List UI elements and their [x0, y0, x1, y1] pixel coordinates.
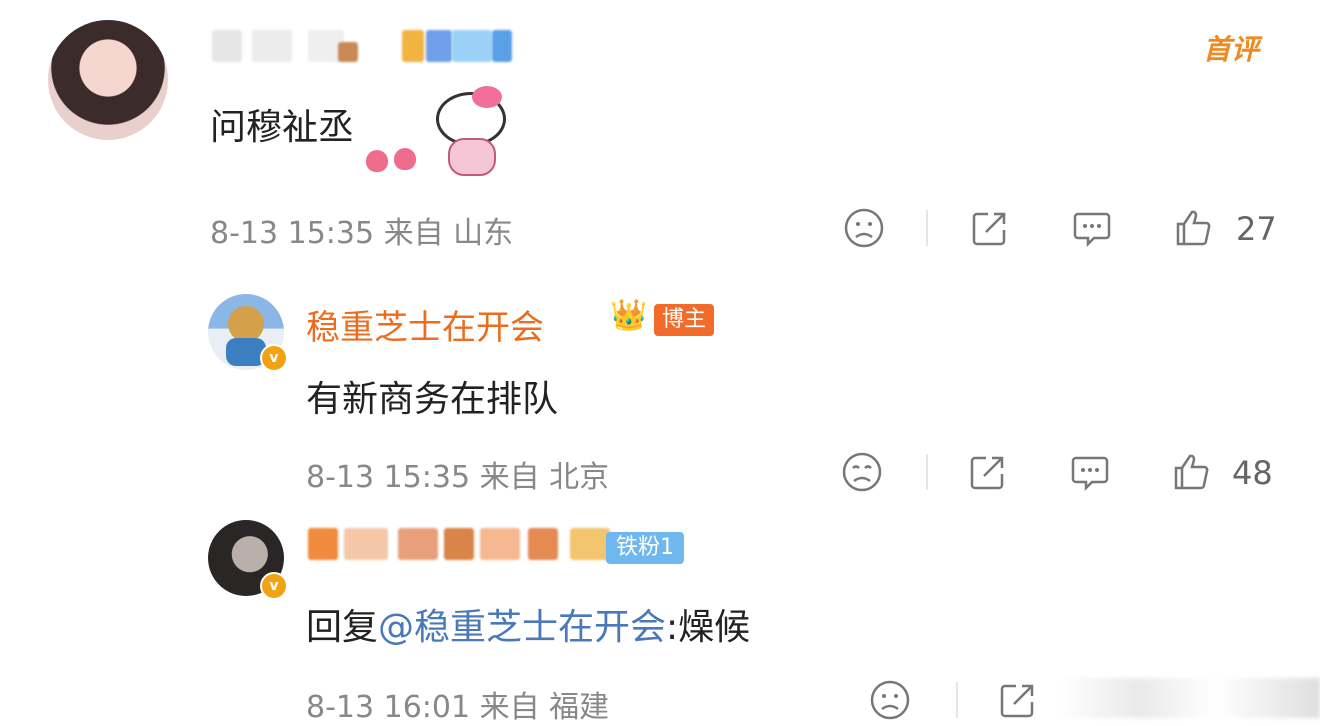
verified-badge-icon: v — [260, 344, 288, 372]
comment-meta: 8-13 16:01 来自 福建 — [306, 690, 610, 725]
strawberry-icon — [366, 150, 388, 172]
crown-icon: 👑 — [610, 298, 648, 333]
like-count: 27 — [1236, 210, 1277, 248]
comment-text: 回复@稳重芝士在开会:燥候 — [306, 598, 750, 650]
strawberry-icon — [394, 148, 416, 170]
reply-icon[interactable] — [1070, 206, 1114, 250]
sad-face-icon[interactable] — [842, 206, 886, 250]
sad-face-icon[interactable] — [868, 678, 912, 722]
host-badge: 博主 — [654, 304, 715, 336]
username-blurred[interactable] — [212, 30, 512, 62]
username[interactable]: 稳重芝士在开会 — [306, 300, 544, 349]
reply-content: :燥候 — [666, 607, 751, 648]
avatar[interactable] — [48, 20, 168, 140]
mention-link[interactable]: @稳重芝士在开会 — [378, 607, 666, 648]
comment-meta: 8-13 15:35 来自 北京 — [306, 460, 610, 495]
share-icon[interactable] — [968, 206, 1012, 250]
reply-prefix: 回复 — [306, 607, 379, 648]
sad-face-icon[interactable] — [840, 450, 884, 494]
first-comment-badge: 首评 — [1203, 33, 1260, 66]
comment-meta: 8-13 15:35 来自 山东 — [210, 216, 514, 251]
fan-badge: 铁粉1 — [606, 532, 684, 564]
divider — [926, 454, 928, 490]
reply-icon[interactable] — [1068, 450, 1112, 494]
share-icon[interactable] — [966, 450, 1010, 494]
like-count: 48 — [1232, 454, 1273, 492]
divider — [926, 210, 928, 246]
hello-kitty-sticker — [420, 86, 516, 182]
verified-badge-icon: v — [260, 572, 288, 600]
share-icon[interactable] — [996, 678, 1040, 722]
divider — [956, 682, 958, 718]
like-icon[interactable] — [1170, 450, 1214, 494]
username-blurred[interactable] — [308, 528, 628, 560]
blurred-overlay — [1060, 678, 1320, 718]
comment-text: 有新商务在排队 — [306, 379, 559, 420]
comment-text: 问穆祉丞 — [210, 107, 355, 148]
like-icon[interactable] — [1172, 206, 1216, 250]
